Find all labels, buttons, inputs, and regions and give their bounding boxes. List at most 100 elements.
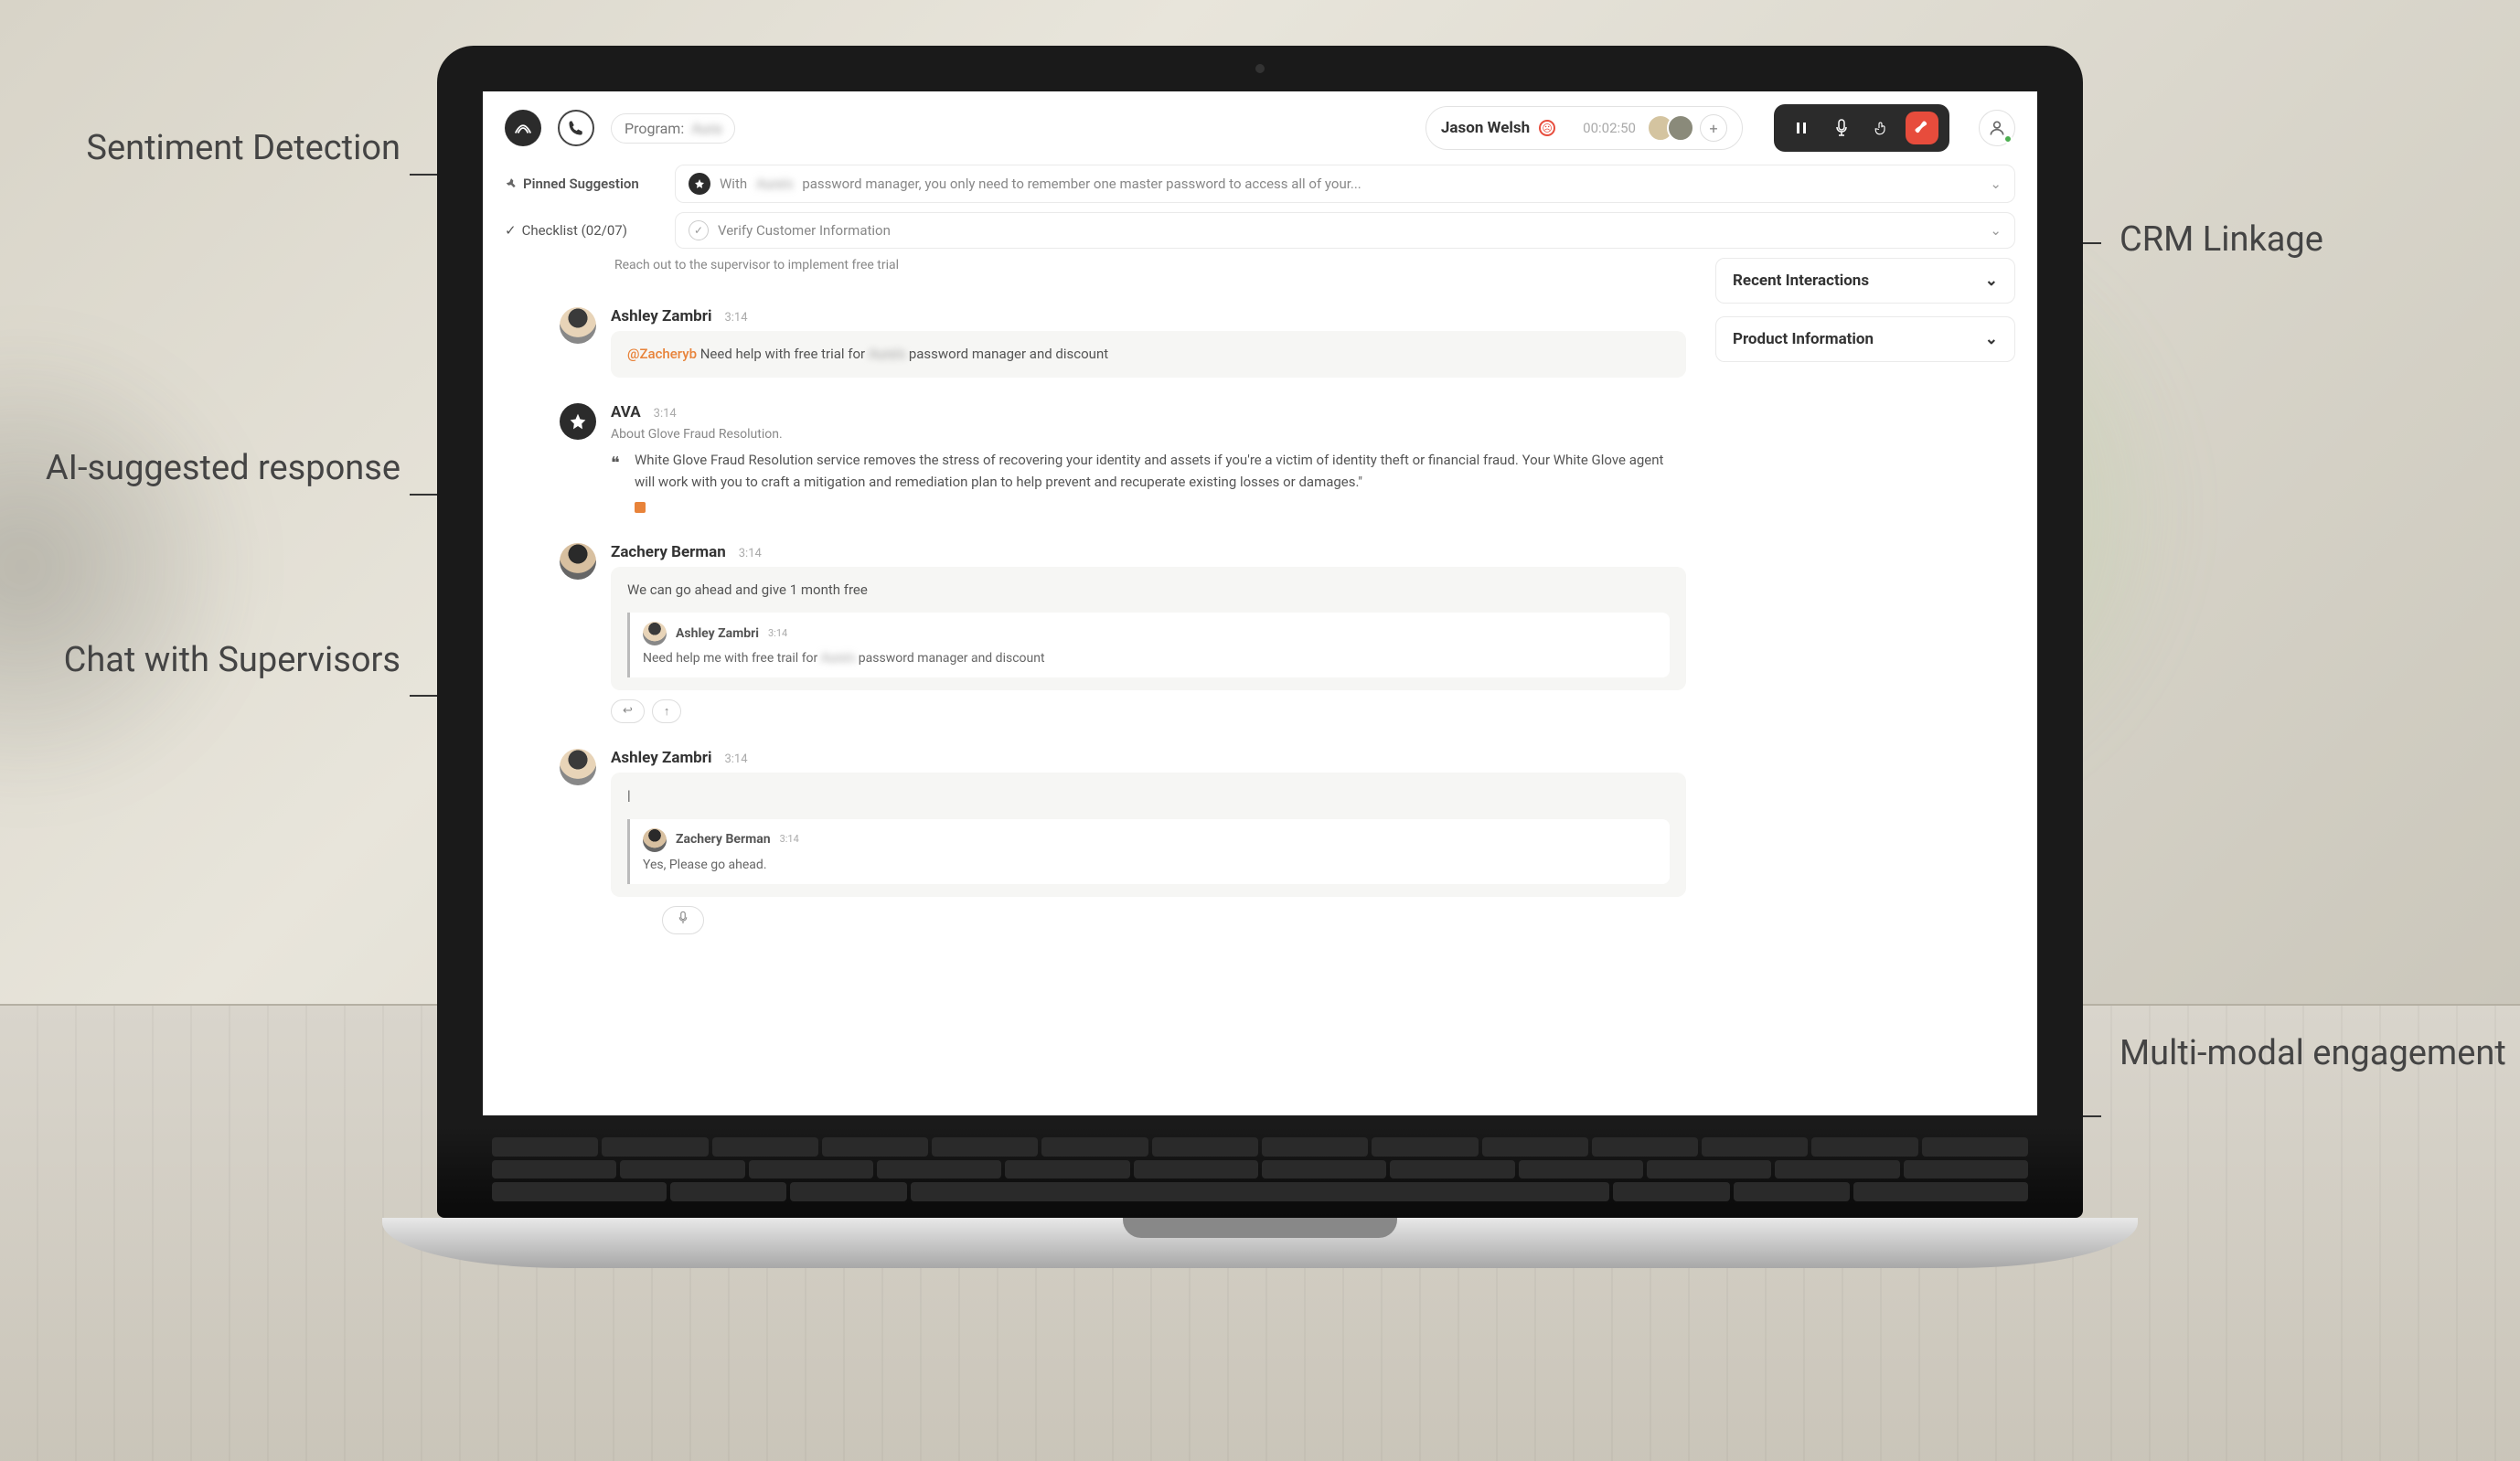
avatar bbox=[560, 749, 596, 785]
content-area: Reach out to the supervisor to implement… bbox=[483, 258, 2037, 1115]
hold-button[interactable] bbox=[1865, 112, 1898, 144]
program-pill[interactable]: Program: Aura bbox=[611, 113, 735, 144]
call-controls bbox=[1774, 104, 1949, 152]
add-participant-button[interactable]: + bbox=[1700, 114, 1727, 142]
chat-message: Ashley Zambri 3:14 @Zacheryb Need help w… bbox=[560, 307, 1686, 378]
camera-icon bbox=[1255, 64, 1265, 73]
message-content: We can go ahead and give 1 month free As… bbox=[611, 567, 1686, 691]
message-time: 3:14 bbox=[724, 311, 747, 325]
panel-recent-interactions[interactable]: Recent Interactions ⌄ bbox=[1715, 258, 2015, 304]
pinned-text: Pinned Suggestion bbox=[523, 176, 639, 192]
avatar bbox=[560, 543, 596, 580]
quote-icon: ❝ bbox=[611, 451, 620, 477]
call-timer: 00:02:50 bbox=[1583, 120, 1636, 136]
chat-area: Reach out to the supervisor to implement… bbox=[483, 258, 1708, 1115]
suggestion-text: password manager, you only need to remem… bbox=[802, 176, 1361, 192]
sentiment-icon: ☹ bbox=[1539, 120, 1555, 136]
checklist-row: ✓ Checklist (02/07) ✓ Verify Customer In… bbox=[483, 212, 2037, 258]
pause-button[interactable] bbox=[1785, 112, 1818, 144]
pinned-suggestion[interactable]: With Aura's password manager, you only n… bbox=[675, 165, 2015, 203]
app-screen: Program: Aura Jason Welsh ☹ 00:02:50 + bbox=[483, 91, 2037, 1115]
composer-actions bbox=[662, 906, 1686, 934]
indicator-icon bbox=[635, 502, 646, 513]
end-call-button[interactable] bbox=[1906, 112, 1938, 144]
sender-name: AVA bbox=[611, 403, 641, 421]
nested-sender: Ashley Zambri bbox=[676, 624, 759, 644]
message-time: 3:14 bbox=[739, 547, 762, 560]
laptop-notch bbox=[1123, 1218, 1397, 1238]
profile-button[interactable] bbox=[1979, 110, 2015, 146]
pin-icon bbox=[505, 177, 518, 190]
ava-avatar-icon bbox=[560, 403, 596, 440]
message-text: We can go ahead and give 1 month free bbox=[627, 580, 1670, 601]
send-up-button[interactable]: ↑ bbox=[652, 699, 682, 723]
check-icon: ✓ bbox=[505, 222, 517, 239]
laptop-base bbox=[382, 1218, 2138, 1268]
right-panel: Recent Interactions ⌄ Product Informatio… bbox=[1708, 258, 2037, 1115]
sender-name: Ashley Zambri bbox=[611, 749, 711, 767]
sender-name: Ashley Zambri bbox=[611, 307, 711, 325]
phone-icon[interactable] bbox=[558, 110, 594, 146]
message-text: Need help with free trial for bbox=[700, 346, 865, 362]
blur-text: Aura's bbox=[869, 346, 905, 362]
message-actions: ↩ ↑ bbox=[611, 699, 1686, 723]
program-value: Aura bbox=[691, 120, 721, 137]
panel-product-info[interactable]: Product Information ⌄ bbox=[1715, 316, 2015, 362]
quoted-message: Ashley Zambri 3:14 Need help me with fre… bbox=[627, 613, 1670, 677]
voice-input-button[interactable] bbox=[662, 906, 704, 934]
reply-button[interactable]: ↩ bbox=[611, 699, 645, 723]
program-label: Program: bbox=[625, 120, 684, 137]
quote-text: White Glove Fraud Resolution service rem… bbox=[635, 452, 1663, 490]
message-time: 3:14 bbox=[654, 407, 677, 421]
message-time: 3:14 bbox=[724, 752, 747, 766]
pinned-row: Pinned Suggestion With Aura's password m… bbox=[483, 165, 2037, 212]
participant-avatars bbox=[1654, 114, 1694, 142]
caller-pill[interactable]: Jason Welsh ☹ 00:02:50 + bbox=[1426, 106, 1743, 150]
checklist-item-text: Verify Customer Information bbox=[718, 222, 891, 239]
suggestion-blur: Aura's bbox=[756, 176, 793, 192]
status-dot-icon bbox=[2003, 134, 2013, 144]
app-logo-icon[interactable] bbox=[505, 110, 541, 146]
callout-crm: CRM Linkage bbox=[2120, 219, 2323, 260]
panel-title: Product Information bbox=[1733, 330, 1874, 348]
chevron-down-icon[interactable]: ⌄ bbox=[1990, 176, 2002, 192]
callout-sentiment: Sentiment Detection bbox=[86, 128, 400, 168]
mention[interactable]: @Zacheryb bbox=[627, 346, 697, 362]
ava-icon bbox=[689, 173, 710, 195]
callout-multimodal: Multi-modal engagement bbox=[2120, 1033, 2506, 1073]
chat-message: Zachery Berman 3:14 We can go ahead and … bbox=[560, 543, 1686, 724]
nested-time: 3:14 bbox=[768, 626, 787, 642]
chevron-down-icon: ⌄ bbox=[1985, 272, 1998, 290]
nested-time: 3:14 bbox=[780, 832, 799, 848]
message-composer[interactable]: | Zachery Berman 3:14 Yes, Please go ahe… bbox=[611, 773, 1686, 897]
callout-ai-response: AI-suggested response bbox=[46, 448, 400, 488]
message-text: password manager and discount bbox=[909, 346, 1108, 362]
avatar bbox=[643, 828, 667, 852]
nested-text: Need help me with free trail for Aura's … bbox=[643, 649, 1657, 668]
panel-title: Recent Interactions bbox=[1733, 272, 1869, 290]
checklist-item[interactable]: ✓ Verify Customer Information ⌄ bbox=[675, 212, 2015, 249]
topbar: Program: Aura Jason Welsh ☹ 00:02:50 + bbox=[483, 91, 2037, 165]
composer-cursor: | bbox=[627, 785, 1670, 806]
nested-text: Yes, Please go ahead. bbox=[643, 856, 1657, 875]
chevron-down-icon[interactable]: ⌄ bbox=[1990, 222, 2002, 239]
check-circle-icon: ✓ bbox=[689, 220, 709, 240]
avatar bbox=[1667, 114, 1694, 142]
caller-name: Jason Welsh bbox=[1441, 119, 1530, 137]
checklist-label: ✓ Checklist (02/07) bbox=[505, 222, 660, 239]
avatar bbox=[560, 307, 596, 344]
ava-description: About Glove Fraud Resolution. bbox=[611, 427, 1686, 442]
avatar bbox=[643, 622, 667, 645]
quoted-message: Zachery Berman 3:14 Yes, Please go ahead… bbox=[627, 819, 1670, 884]
suggestion-prefix: With bbox=[720, 176, 747, 192]
laptop-mockup: Program: Aura Jason Welsh ☹ 00:02:50 + bbox=[437, 46, 2083, 1268]
message-content: @Zacheryb Need help with free trial for … bbox=[611, 331, 1686, 378]
pinned-label: Pinned Suggestion bbox=[505, 176, 660, 192]
sender-name: Zachery Berman bbox=[611, 543, 726, 561]
mute-button[interactable] bbox=[1825, 112, 1858, 144]
nested-sender: Zachery Berman bbox=[676, 830, 771, 849]
chat-message: Ashley Zambri 3:14 | Zachery Berman bbox=[560, 749, 1686, 934]
checklist-text: Checklist (02/07) bbox=[522, 222, 627, 239]
truncated-message: Reach out to the supervisor to implement… bbox=[614, 258, 1686, 282]
laptop-keyboard bbox=[437, 1126, 2083, 1218]
